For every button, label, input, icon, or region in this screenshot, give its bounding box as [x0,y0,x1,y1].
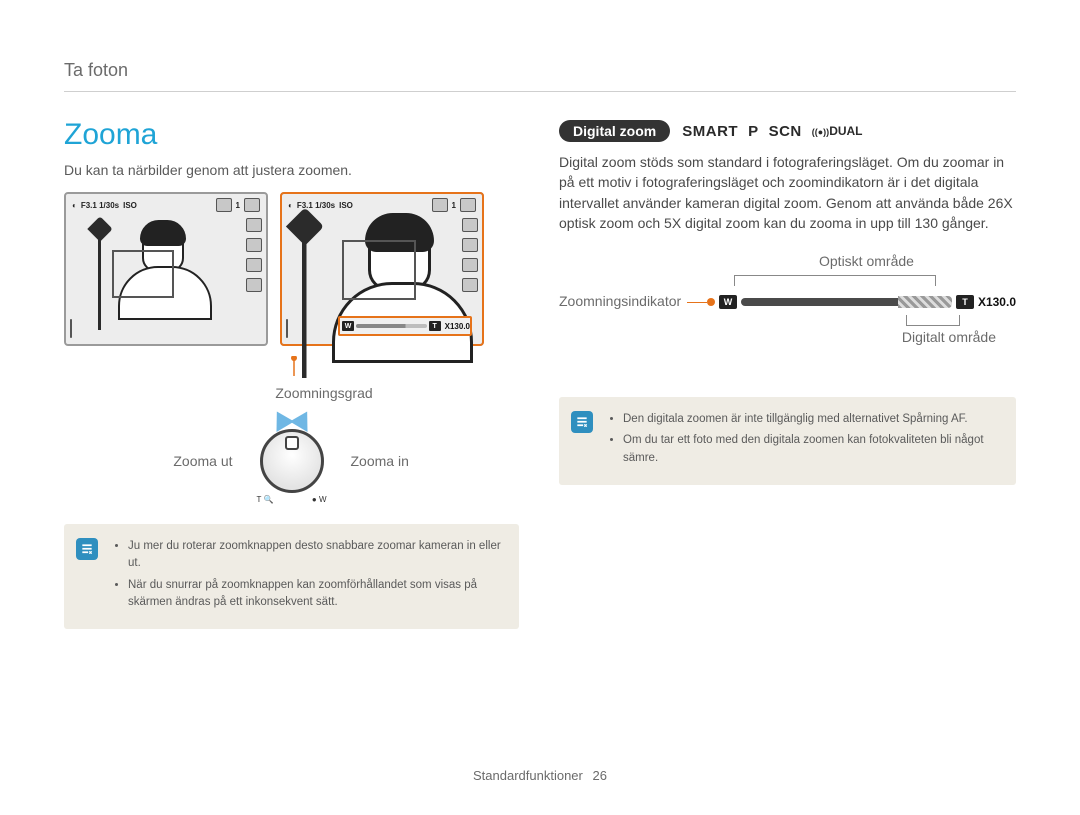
lcd-iso: ISO [123,201,137,210]
streetlamp-icon [287,213,323,363]
breadcrumb: Ta foton [64,60,1016,92]
lcd-top-overlay: ◐ F3.1 1/30s ISO 1 [72,198,260,212]
bracket-optical [734,275,936,286]
stabilizer-icon [246,278,262,292]
label-zoomningsindikator: Zoomningsindikator [559,293,681,309]
footer-section: Standardfunktioner [473,768,583,783]
page-footer: Standardfunktioner 26 [0,768,1080,783]
lcd-preview-zoom: ◐ F3.1 1/30s ISO 1 [280,192,484,346]
note-box-left: Ju mer du roterar zoomknappen desto snab… [64,524,519,629]
note-icon [76,538,98,560]
callout-line-icon [687,302,707,303]
zoom-t-icon: T [429,321,441,331]
face-icon [70,319,72,338]
timer-icon [246,238,262,252]
label-zoomningsgrad: Zoomningsgrad [244,385,404,401]
battery-icon [244,198,260,212]
zoom-value: X130.0 [445,322,470,331]
zoom-knob-diagram: T 🔍 ● W [257,417,327,504]
intro-text: Du kan ta närbilder genom att justera zo… [64,162,519,178]
zoom-w-icon: W [719,295,737,309]
zoom-indicator-bar: W T X130.0 [719,293,1016,311]
focus-frame [112,250,174,298]
mode-p-icon: P [748,123,759,140]
streetlamp-icon [88,220,112,320]
label-zooma-in: Zooma in [351,453,431,469]
lcd-exposure: F3.1 1/30s [81,201,119,210]
zoom-w-icon: W [342,321,354,331]
macro-icon [246,258,262,272]
zoom-bar-highlight: W T X130.0 [338,316,472,336]
digital-zoom-paragraph: Digital zoom stöds som standard i fotogr… [559,152,1016,233]
mode-scn-icon: SCN [769,123,802,140]
label-digitalt-omrade: Digitalt område [902,329,996,345]
mode-icons-row: SMART P SCN ((●))DUAL [682,123,862,140]
note-item: När du snurrar på zoomknappen kan zoomfö… [128,577,503,612]
lcd-previews: ◐ F3.1 1/30s ISO 1 [64,192,519,346]
flash-icon [246,218,262,232]
knob-label-t: T 🔍 [257,495,274,504]
digital-zoom-pill: Digital zoom [559,120,670,142]
page-title: Zooma [64,118,519,152]
callout-dot-icon [707,298,715,306]
bracket-digital [906,315,960,326]
zoom-t-icon: T [956,295,974,309]
note-item: Den digitala zoomen är inte tillgänglig … [623,411,1000,428]
note-box-right: Den digitala zoomen är inte tillgänglig … [559,397,1016,485]
footer-page-number: 26 [593,768,607,783]
lcd-preview-wide: ◐ F3.1 1/30s ISO 1 [64,192,268,346]
label-zooma-ut: Zooma ut [153,453,233,469]
zoom-value: X130.0 [978,295,1016,309]
focus-frame [342,240,416,300]
label-optiskt-omrade: Optiskt område [819,253,914,269]
note-icon [571,411,593,433]
lcd-count: 1 [236,201,240,210]
note-item: Om du tar ett foto med den digitala zoom… [623,432,1000,467]
mode-smart-icon: SMART [682,123,738,140]
zoom-knob-icon [260,429,324,493]
note-item: Ju mer du roterar zoomknappen desto snab… [128,538,503,573]
mode-dot-icon: ◐ [72,201,77,210]
resolution-icon [216,198,232,212]
mode-dual-icon: ((●))DUAL [812,124,863,138]
zoom-indicator-diagram: Optiskt område Zoomningsindikator W T X1… [559,253,1016,373]
knob-label-w: ● W [312,495,327,504]
